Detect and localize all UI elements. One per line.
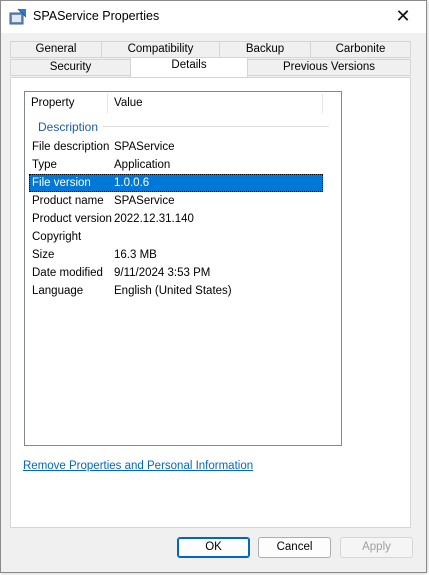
- property-name: File description: [32, 141, 110, 153]
- group-header-description: Description: [38, 120, 99, 134]
- property-value: English (United States): [114, 285, 232, 297]
- apply-button[interactable]: Apply: [340, 537, 413, 558]
- close-button[interactable]: ✕: [380, 1, 426, 32]
- tab-previous-versions[interactable]: Previous Versions: [247, 59, 411, 76]
- remove-properties-link[interactable]: Remove Properties and Personal Informati…: [23, 460, 253, 472]
- property-name: Type: [32, 159, 57, 171]
- list-item[interactable]: File description SPAService: [29, 138, 323, 156]
- app-icon: [9, 8, 27, 25]
- group-divider: [103, 126, 329, 127]
- tab-backup[interactable]: Backup: [219, 41, 311, 58]
- property-name: File version: [32, 177, 91, 189]
- list-item[interactable]: Type Application: [29, 156, 323, 174]
- list-item[interactable]: Product name SPAService: [29, 192, 323, 210]
- property-name: Size: [32, 249, 55, 261]
- tab-general[interactable]: General: [10, 41, 102, 58]
- list-item[interactable]: Size 16.3 MB: [29, 246, 323, 264]
- property-value: 1.0.0.6: [114, 177, 150, 189]
- column-header-value[interactable]: Value: [108, 92, 322, 115]
- tab-security[interactable]: Security: [10, 59, 131, 76]
- ok-button[interactable]: OK: [177, 537, 250, 558]
- title-bar: SPAService Properties ✕: [1, 1, 426, 33]
- list-header: Property Value: [25, 92, 341, 115]
- property-value: SPAService: [114, 141, 175, 153]
- tab-strip: General Compatibility Backup Carbonite S…: [10, 41, 411, 77]
- close-icon: ✕: [395, 6, 411, 26]
- list-item[interactable]: Product version 2022.12.31.140: [29, 210, 323, 228]
- list-item[interactable]: Date modified 9/11/2024 3:53 PM: [29, 264, 323, 282]
- column-divider[interactable]: [322, 94, 323, 113]
- tab-details[interactable]: Details: [130, 57, 248, 77]
- property-name: Product version: [32, 213, 112, 225]
- list-item-selected[interactable]: File version 1.0.0.6: [29, 174, 323, 192]
- tab-compatibility[interactable]: Compatibility: [101, 41, 220, 58]
- property-value: 16.3 MB: [114, 249, 157, 261]
- property-name: Product name: [32, 195, 104, 207]
- property-value: 9/11/2024 3:53 PM: [114, 267, 211, 279]
- property-name: Language: [32, 285, 84, 297]
- window-title: SPAService Properties: [33, 9, 160, 23]
- list-item[interactable]: Language English (United States): [29, 282, 323, 300]
- list-item[interactable]: Copyright: [29, 228, 323, 246]
- column-header-property[interactable]: Property: [25, 92, 108, 115]
- properties-dialog: SPAService Properties ✕ General Compatib…: [0, 0, 427, 573]
- property-value: Application: [114, 159, 171, 171]
- property-name: Date modified: [32, 267, 103, 279]
- property-value: SPAService: [114, 195, 175, 207]
- property-value: 2022.12.31.140: [114, 213, 194, 225]
- cancel-button[interactable]: Cancel: [258, 537, 331, 558]
- tab-carbonite[interactable]: Carbonite: [310, 41, 411, 58]
- details-list[interactable]: Property Value Description File descript…: [24, 91, 342, 446]
- property-name: Copyright: [32, 231, 82, 243]
